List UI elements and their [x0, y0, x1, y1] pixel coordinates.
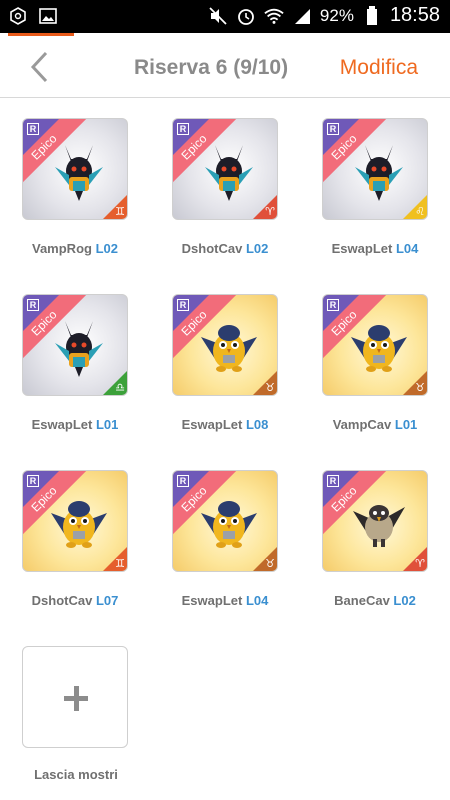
- rank-badge: R: [177, 475, 189, 487]
- page-title: Riserva 6 (9/10): [134, 56, 289, 79]
- monster-label: EswapLet L08: [155, 417, 295, 432]
- monster-card[interactable]: Epico R ♎: [22, 294, 128, 396]
- monster-name: VampRog: [32, 241, 92, 256]
- battery-percent: 92%: [319, 5, 354, 25]
- monster-card[interactable]: Epico R ♉: [322, 294, 428, 396]
- monster-label: VampCav L01: [305, 417, 445, 432]
- monster-name: DshotCav: [181, 241, 243, 256]
- monster-label: DshotCav L02: [155, 241, 295, 256]
- monster-name: EswapLet: [31, 417, 93, 432]
- battery-icon: [362, 5, 382, 26]
- wifi-icon: [264, 6, 284, 26]
- edit-button[interactable]: Modifica: [340, 56, 418, 80]
- rank-badge: R: [27, 123, 39, 135]
- rank-badge: R: [27, 475, 39, 487]
- owl-bear-icon: [201, 489, 257, 555]
- monster-card[interactable]: Epico R ♉: [172, 294, 278, 396]
- rank-badge: R: [327, 123, 339, 135]
- monster-card[interactable]: Epico R ♊: [22, 470, 128, 572]
- owl-bear-icon: [201, 313, 257, 379]
- monster-name: BaneCav: [334, 593, 390, 608]
- monster-level: L02: [95, 241, 118, 256]
- monster-card[interactable]: Epico R ♉: [172, 470, 278, 572]
- monster-level: L04: [245, 593, 269, 608]
- owl-bear-icon: [51, 489, 107, 555]
- monster-card[interactable]: Epico R ♊: [22, 118, 128, 220]
- monster-name: VampCav: [332, 417, 392, 432]
- monster-level: L02: [393, 593, 416, 608]
- monster-level: L04: [395, 241, 419, 256]
- anubis-icon: [51, 313, 107, 379]
- zodiac-icon: ♉: [265, 382, 275, 394]
- monster-card[interactable]: Epico R ♈: [322, 470, 428, 572]
- zodiac-icon: ♈: [415, 558, 425, 570]
- image-icon: [38, 6, 58, 26]
- back-button[interactable]: [22, 50, 56, 84]
- clock: 18:58: [389, 4, 440, 26]
- crow-icon: [351, 489, 407, 555]
- zodiac-icon: ♈: [265, 206, 275, 218]
- monster-level: L07: [95, 593, 119, 608]
- signal-icon: [292, 6, 312, 26]
- anubis-icon: [351, 137, 407, 203]
- alarm-icon: [236, 6, 256, 26]
- anubis-icon: [201, 137, 257, 203]
- monster-card[interactable]: Epico R ♌: [322, 118, 428, 220]
- mute-icon: [208, 6, 228, 26]
- rank-badge: R: [177, 299, 189, 311]
- release-monsters-label: Lascia mostri: [34, 767, 118, 782]
- hexagon-app-icon: [8, 6, 28, 26]
- zodiac-icon: ♊: [115, 558, 125, 570]
- monster-name: EswapLet: [331, 241, 393, 256]
- monster-label: DshotCav L07: [5, 593, 145, 608]
- monster-label: EswapLet L01: [5, 417, 145, 432]
- rank-badge: R: [177, 123, 189, 135]
- zodiac-icon: ♉: [415, 382, 425, 394]
- monster-label: EswapLet L04: [305, 241, 445, 256]
- monster-name: DshotCav: [31, 593, 93, 608]
- zodiac-icon: ♌: [415, 206, 425, 218]
- monster-label: VampRog L02: [5, 241, 145, 256]
- monster-level: L02: [245, 241, 269, 256]
- status-bar: 92% 18:58: [0, 0, 450, 33]
- rank-badge: R: [27, 299, 39, 311]
- anubis-icon: [51, 137, 107, 203]
- rank-badge: R: [327, 475, 339, 487]
- monster-level: L01: [394, 417, 418, 432]
- zodiac-icon: ♉: [265, 558, 275, 570]
- monster-level: L01: [95, 417, 119, 432]
- monster-label: EswapLet L04: [155, 593, 295, 608]
- zodiac-icon: ♊: [115, 206, 125, 218]
- monster-level: L08: [245, 417, 269, 432]
- owl-bear-icon: [351, 313, 407, 379]
- header: Riserva 6 (9/10) Modifica: [0, 36, 450, 98]
- zodiac-icon: ♎: [115, 382, 125, 394]
- monster-name: EswapLet: [181, 417, 243, 432]
- monster-name: EswapLet: [181, 593, 243, 608]
- rank-badge: R: [327, 299, 339, 311]
- chevron-left-icon: [30, 51, 48, 83]
- monster-card[interactable]: Epico R ♈: [172, 118, 278, 220]
- release-monsters-button[interactable]: [22, 646, 128, 748]
- monster-label: BaneCav L02: [305, 593, 445, 608]
